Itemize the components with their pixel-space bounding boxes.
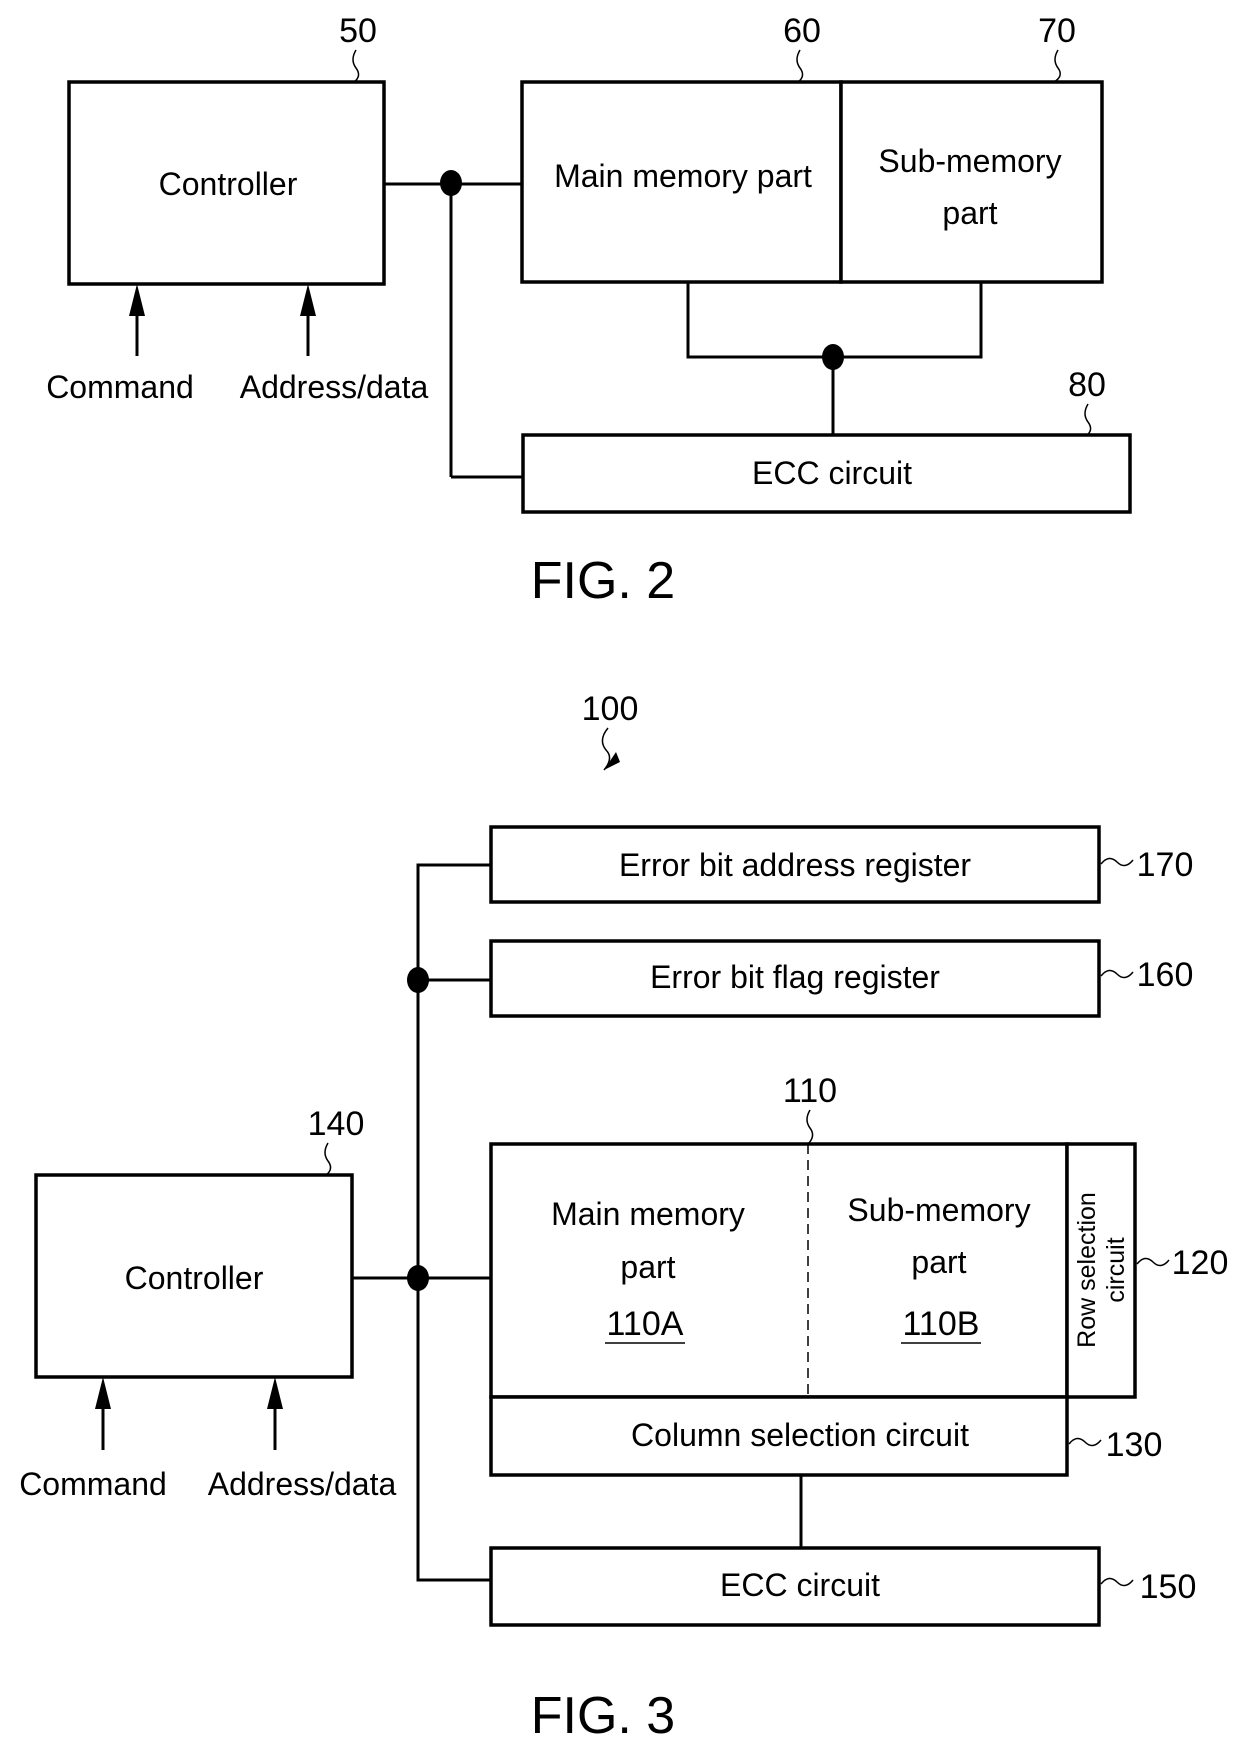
fig3-error-flag-reg-leader [1100, 969, 1134, 979]
fig3-sub-memory-line1: Sub-memory [847, 1192, 1030, 1228]
fig2-ecc-label: ECC circuit [752, 455, 912, 491]
fig3-error-addr-reg-ref: 170 [1137, 846, 1194, 884]
fig3: 100 Error bit address register 170 Error… [19, 690, 1228, 1745]
fig3-caption: FIG. 3 [531, 1687, 675, 1745]
fig2: Controller 50 Command Address/data Main … [46, 12, 1132, 610]
fig2-sub-memory-leader [1053, 49, 1061, 83]
fig3-address-arrowhead-icon [267, 1377, 283, 1409]
fig3-sub-memory-line2: part [911, 1244, 966, 1280]
fig2-bus-junction-dot [440, 170, 462, 196]
fig2-main-memory-leader [796, 49, 804, 83]
fig3-controller-junction-dot [407, 1265, 429, 1291]
fig3-command-label: Command [19, 1466, 167, 1502]
fig2-sub-memory-line2: part [942, 195, 997, 231]
fig2-controller-label: Controller [159, 166, 298, 202]
fig3-device-arrowhead-icon [604, 752, 620, 770]
fig3-ecc-ref: 150 [1140, 1568, 1197, 1606]
patent-figure-sheet: Controller 50 Command Address/data Main … [19, 12, 1228, 1745]
fig3-memory-array-box [489, 1142, 1069, 1399]
fig3-row-select-line2: circuit [1102, 1237, 1130, 1302]
fig3-ecc-leader [1100, 1577, 1134, 1587]
fig3-bus-vertical [416, 863, 491, 1582]
fig2-main-memory-ref: 60 [783, 12, 821, 50]
fig3-controller-ref: 140 [308, 1105, 365, 1143]
fig2-sub-memory-box [839, 80, 1104, 284]
fig3-main-memory-id: 110A [607, 1305, 684, 1343]
fig3-flag-junction-dot [407, 967, 429, 993]
fig3-main-memory-line1: Main memory [551, 1196, 745, 1232]
fig3-col-select-ref: 130 [1106, 1426, 1163, 1464]
fig3-error-flag-reg-label: Error bit flag register [650, 959, 940, 995]
fig3-memory-array-ref: 110 [783, 1072, 837, 1110]
fig3-row-select-line1: Row selection [1073, 1192, 1101, 1348]
fig2-ecc-ref: 80 [1068, 366, 1106, 404]
fig3-col-select-label: Column selection circuit [631, 1417, 969, 1453]
fig2-caption: FIG. 2 [531, 552, 675, 610]
fig2-memory-junction-dot [822, 344, 844, 370]
fig2-controller-leader [352, 49, 360, 83]
fig2-address-label: Address/data [240, 369, 429, 405]
fig2-controller-ref: 50 [339, 12, 377, 50]
fig3-error-flag-reg-ref: 160 [1137, 956, 1194, 994]
fig3-device-ref: 100 [582, 690, 639, 728]
fig2-main-memory-label: Main memory part [554, 158, 812, 194]
fig3-error-addr-reg-label: Error bit address register [619, 847, 971, 883]
fig3-error-addr-reg-leader [1100, 857, 1134, 867]
fig3-sub-memory-id: 110B [903, 1305, 980, 1343]
fig3-command-arrowhead-icon [95, 1377, 111, 1409]
fig3-controller-label: Controller [125, 1260, 264, 1296]
fig3-ecc-label: ECC circuit [720, 1567, 880, 1603]
fig2-address-arrowhead-icon [300, 284, 316, 316]
fig2-ecc-leader [1084, 403, 1092, 437]
fig2-command-arrowhead-icon [129, 284, 145, 316]
fig2-sub-memory-ref: 70 [1038, 12, 1076, 50]
fig3-row-select-ref: 120 [1172, 1244, 1229, 1282]
fig3-col-select-leader [1068, 1437, 1102, 1447]
fig3-address-label: Address/data [208, 1466, 397, 1502]
fig3-main-memory-line2: part [620, 1249, 675, 1285]
fig3-memory-array-leader [806, 1109, 814, 1145]
fig3-controller-leader [324, 1142, 332, 1176]
fig3-row-select-leader [1136, 1257, 1170, 1267]
fig2-command-label: Command [46, 369, 194, 405]
fig2-sub-memory-line1: Sub-memory [878, 143, 1061, 179]
